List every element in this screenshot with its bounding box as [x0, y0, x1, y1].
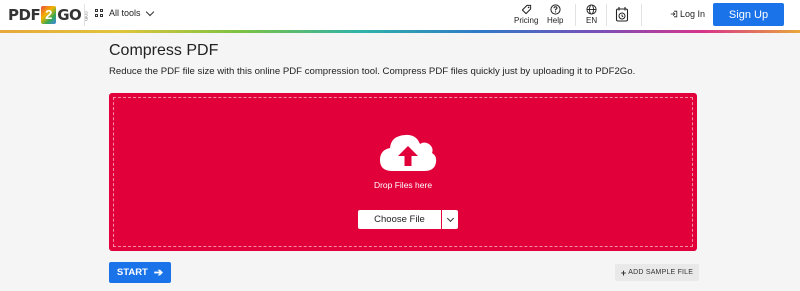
choose-file-control: Choose File — [358, 210, 458, 229]
page-subtitle: Reduce the PDF file size with this onlin… — [109, 66, 636, 77]
start-button[interactable]: START ➔ — [109, 262, 171, 283]
arrow-right-icon: ➔ — [153, 267, 164, 279]
tag-icon — [521, 4, 531, 15]
all-tools-menu[interactable]: All tools — [95, 7, 154, 18]
divider — [641, 4, 642, 26]
chevron-down-icon — [145, 7, 154, 16]
pricing-label: Pricing — [514, 16, 539, 25]
globe-icon — [586, 4, 597, 15]
cloud-upload-icon — [380, 134, 437, 171]
chevron-down-icon — [446, 214, 454, 222]
pdf2go-logo[interactable]: PDF 2 GO .com — [8, 4, 88, 26]
logo-text-pdf: PDF — [8, 6, 41, 24]
signup-button[interactable]: Sign Up — [713, 3, 784, 26]
history-icon — [615, 7, 629, 22]
divider — [606, 4, 607, 26]
drop-files-text: Drop Files here — [373, 180, 433, 190]
logo-text-go: GO — [57, 6, 82, 24]
logo-badge-2: 2 — [41, 6, 57, 24]
rainbow-accent-bar — [0, 30, 800, 33]
all-tools-label: All tools — [109, 8, 141, 18]
grid-icon — [95, 9, 103, 17]
page-title: Compress PDF — [109, 42, 219, 59]
dropzone-dashed-border: Drop Files here Choose File — [113, 97, 693, 247]
choose-source-dropdown[interactable] — [442, 210, 458, 229]
login-link[interactable]: Log In — [670, 9, 705, 19]
add-sample-file-button[interactable]: + ADD SAMPLE FILE — [615, 264, 699, 281]
language-label: EN — [586, 16, 598, 25]
divider — [575, 4, 576, 26]
plus-icon: + — [620, 267, 627, 278]
top-bar: PDF 2 GO .com All tools Pricing Help EN — [0, 0, 800, 30]
help-link[interactable]: Help — [547, 4, 563, 25]
login-label: Log In — [680, 9, 706, 19]
language-selector[interactable]: EN — [586, 4, 597, 25]
help-label: Help — [547, 16, 564, 25]
choose-file-button[interactable]: Choose File — [358, 210, 441, 229]
divider — [84, 4, 85, 26]
history-button[interactable] — [615, 6, 629, 23]
file-dropzone[interactable]: Drop Files here Choose File — [109, 93, 697, 251]
add-sample-label: ADD SAMPLE FILE — [628, 269, 694, 276]
pricing-link[interactable]: Pricing — [514, 4, 538, 25]
start-label: START — [116, 267, 148, 278]
help-icon — [550, 4, 561, 15]
login-icon — [670, 10, 678, 18]
